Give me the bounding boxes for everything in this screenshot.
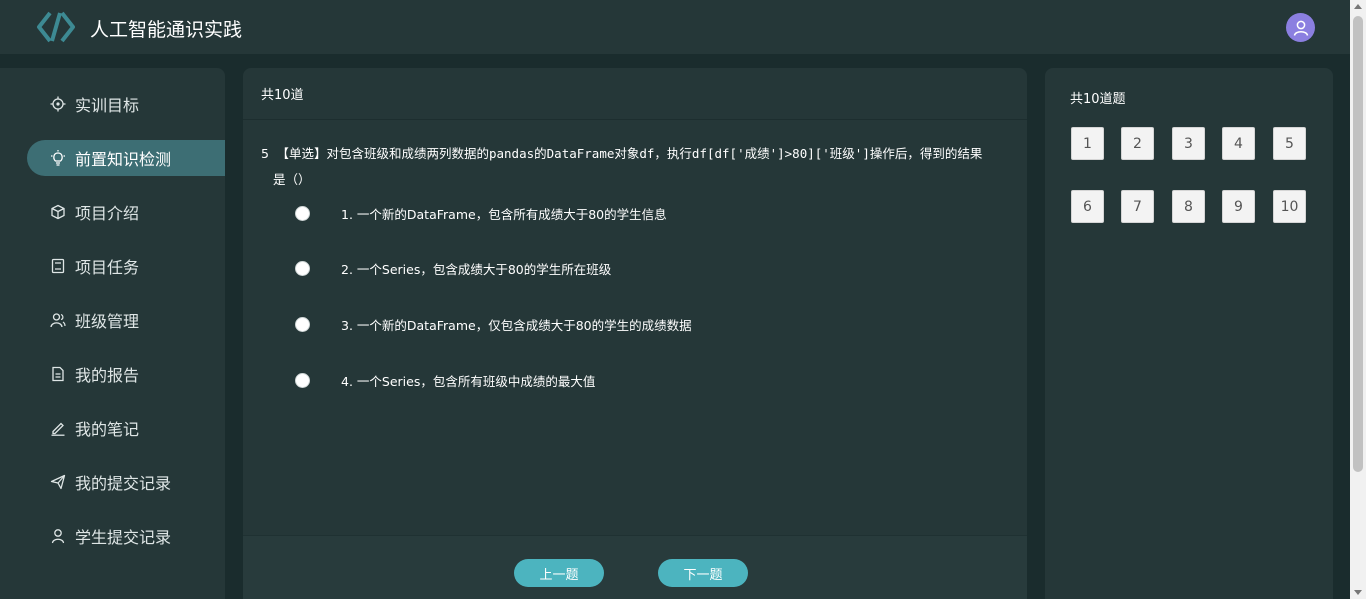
sidebar-item-training-goals[interactable]: 实训目标 (27, 86, 225, 122)
answer-option-4[interactable]: 4. 一个Series，包含所有班级中成绩的最大值 (295, 370, 595, 390)
scroll-thumb[interactable] (1353, 16, 1363, 472)
question-navigator: 共10道题 1 2 3 4 5 6 7 8 9 10 (1045, 68, 1333, 599)
radio-button[interactable] (295, 316, 310, 332)
user-avatar-icon[interactable] (1286, 13, 1315, 42)
student-icon (49, 527, 67, 545)
answer-option-2[interactable]: 2. 一个Series，包含成绩大于80的学生所在班级 (295, 258, 611, 278)
sidebar-item-label: 学生提交记录 (75, 528, 172, 547)
sidebar-item-label: 班级管理 (75, 312, 140, 331)
sidebar-item-label: 项目介绍 (75, 204, 140, 223)
question-line-2: 是（） (273, 172, 311, 187)
scroll-up-arrow-icon[interactable] (1354, 4, 1362, 9)
radio-button[interactable] (295, 260, 310, 276)
lightbulb-icon (49, 149, 67, 167)
question-number-button[interactable]: 9 (1222, 190, 1255, 223)
sidebar-item-my-submissions[interactable]: 我的提交记录 (27, 464, 225, 500)
page-scrollbar[interactable] (1350, 0, 1366, 599)
sidebar-item-project-tasks[interactable]: 项目任务 (27, 248, 225, 284)
question-number-button[interactable]: 5 (1273, 127, 1306, 160)
sidebar-item-label: 我的报告 (75, 366, 140, 385)
question-text: 5 【单选】对包含班级和成绩两列数据的pandas的DataFrame对象df，… (261, 141, 1001, 193)
option-label: 4. 一个Series，包含所有班级中成绩的最大值 (341, 373, 596, 389)
top-header: 人工智能通识实践 (0, 0, 1350, 54)
question-panel: 共10道 5 【单选】对包含班级和成绩两列数据的pandas的DataFrame… (243, 68, 1027, 599)
question-number: 5 (261, 146, 269, 161)
question-line-1: 【单选】对包含班级和成绩两列数据的pandas的DataFrame对象df，执行… (276, 146, 983, 161)
app-title: 人工智能通识实践 (90, 19, 243, 41)
sidebar-item-project-intro[interactable]: 项目介绍 (27, 194, 225, 230)
sidebar: 实训目标 前置知识检测 项目介绍 项目任务 班级管理 我的报告 我的笔记 我的提… (0, 68, 225, 599)
question-footer: 上一题 下一题 (243, 535, 1027, 599)
navigator-title: 共10道题 (1070, 92, 1126, 107)
scroll-down-arrow-icon[interactable] (1354, 590, 1362, 595)
question-number-button[interactable]: 1 (1071, 127, 1104, 160)
question-number-button[interactable]: 10 (1273, 190, 1306, 223)
prev-question-button[interactable]: 上一题 (514, 559, 604, 587)
pencil-icon (49, 419, 67, 437)
sidebar-item-label: 我的笔记 (75, 420, 140, 439)
document-icon (49, 365, 67, 383)
question-number-button[interactable]: 2 (1121, 127, 1154, 160)
sidebar-item-student-submissions[interactable]: 学生提交记录 (27, 518, 225, 554)
sidebar-item-class-management[interactable]: 班级管理 (27, 302, 225, 338)
answer-option-1[interactable]: 1. 一个新的DataFrame，包含所有成绩大于80的学生信息 (295, 203, 667, 223)
sidebar-item-label: 项目任务 (75, 258, 140, 277)
sidebar-item-label: 前置知识检测 (75, 150, 172, 169)
next-question-button[interactable]: 下一题 (658, 559, 748, 587)
target-icon (49, 95, 67, 113)
cube-icon (49, 203, 67, 221)
option-label: 1. 一个新的DataFrame，包含所有成绩大于80的学生信息 (341, 206, 667, 222)
send-icon (49, 473, 67, 491)
sidebar-item-my-notes[interactable]: 我的笔记 (27, 410, 225, 446)
question-number-button[interactable]: 6 (1071, 190, 1104, 223)
sidebar-item-prior-knowledge[interactable]: 前置知识检测 (27, 140, 225, 176)
sidebar-item-my-reports[interactable]: 我的报告 (27, 356, 225, 392)
question-number-button[interactable]: 8 (1172, 190, 1205, 223)
option-label: 3. 一个新的DataFrame，仅包含成绩大于80的学生的成绩数据 (341, 317, 692, 333)
radio-button[interactable] (295, 372, 310, 388)
radio-button[interactable] (295, 205, 310, 221)
sidebar-item-label: 实训目标 (75, 96, 140, 115)
question-number-button[interactable]: 3 (1172, 127, 1205, 160)
sidebar-item-label: 我的提交记录 (75, 474, 172, 493)
answer-option-3[interactable]: 3. 一个新的DataFrame，仅包含成绩大于80的学生的成绩数据 (295, 314, 692, 334)
question-count-header: 共10道 (243, 68, 1027, 120)
bracket-logo-icon (36, 11, 76, 43)
question-number-button[interactable]: 7 (1121, 190, 1154, 223)
option-label: 2. 一个Series，包含成绩大于80的学生所在班级 (341, 261, 612, 277)
users-icon (49, 311, 67, 329)
clipboard-icon (49, 257, 67, 275)
question-number-button[interactable]: 4 (1222, 127, 1255, 160)
